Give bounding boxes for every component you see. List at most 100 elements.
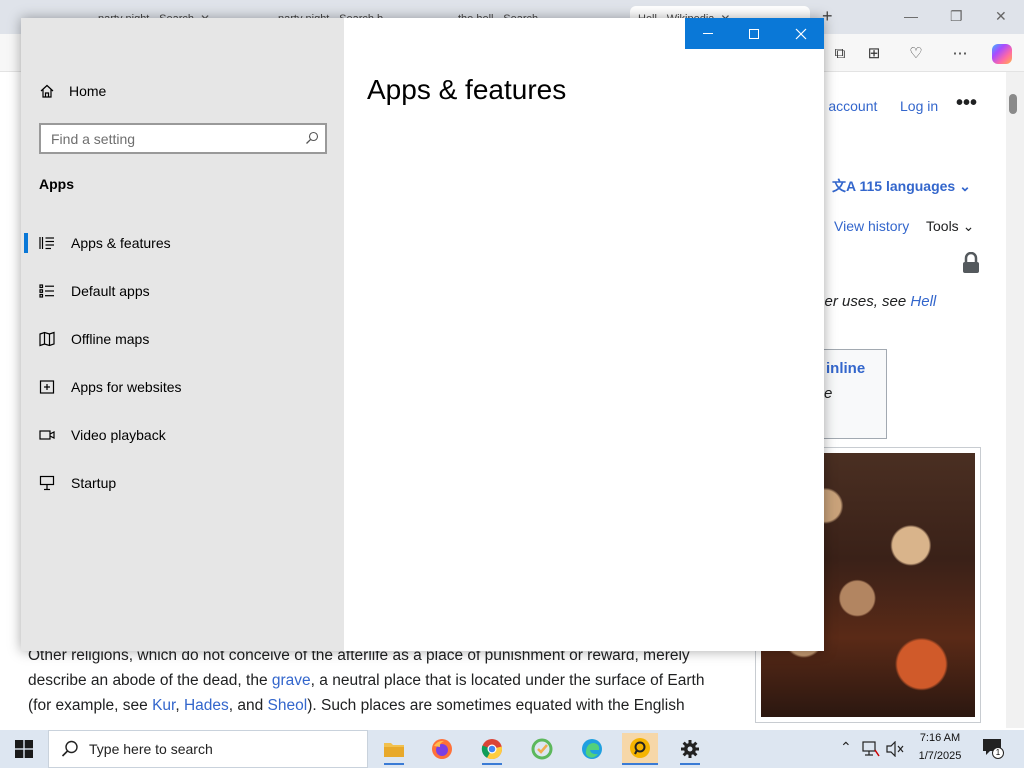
settings-icon — [681, 740, 699, 758]
nav-item-label: Video playback — [71, 427, 166, 443]
hatnote-label: ther uses, see — [812, 293, 907, 310]
nav-item-offline-maps[interactable]: Offline maps — [21, 319, 344, 359]
nav-item-label: Apps for websites — [71, 379, 182, 395]
close-button[interactable] — [778, 18, 824, 49]
home-label: Home — [69, 83, 107, 99]
languages-button[interactable]: 文A 115 languages ⌄ — [832, 176, 971, 196]
sheol-link[interactable]: Sheol — [268, 697, 308, 714]
taskbar-search[interactable]: Type here to search — [48, 730, 368, 768]
network-icon[interactable] — [862, 741, 880, 757]
more-icon[interactable]: ••• — [956, 92, 977, 115]
paragraph-text: , — [175, 697, 184, 714]
nav-item-video-playback[interactable]: Video playback — [21, 415, 344, 455]
scrollbar[interactable] — [1006, 72, 1024, 728]
notification-count-badge: 1 — [992, 747, 1004, 759]
clock-time[interactable]: 7:16 AM — [918, 732, 962, 744]
close-icon[interactable]: ✕ — [995, 8, 1007, 25]
minimize-icon — [703, 33, 713, 34]
taskbar-settings[interactable] — [672, 733, 708, 765]
settings-search[interactable] — [39, 123, 327, 154]
nav-item-label: Apps & features — [71, 235, 171, 251]
maximize-button[interactable] — [731, 18, 777, 49]
restore-icon[interactable]: ❐ — [950, 8, 963, 25]
paragraph-text: describe an abode of the dead, the — [28, 672, 272, 689]
lock-icon — [963, 252, 979, 273]
taskbar-edge[interactable] — [574, 733, 610, 765]
home-nav-item[interactable]: Home — [39, 80, 106, 102]
translate-icon: 文A — [832, 178, 856, 194]
login-link[interactable]: Log in — [900, 98, 938, 114]
minimize-button[interactable] — [685, 18, 731, 49]
search-icon[interactable] — [305, 131, 319, 145]
chrome-icon — [481, 739, 503, 760]
nav-item-label: Offline maps — [71, 331, 150, 347]
taskbar: Type here to search ⌃ 7:16 AM 1/7/2025 1 — [0, 730, 1024, 768]
extensions-icon[interactable]: ⧉ — [830, 44, 850, 64]
nav-item-label: Default apps — [71, 283, 150, 299]
file-explorer-icon — [384, 743, 404, 757]
article-paragraph-line: describe an abode of the dead, the grave… — [28, 672, 704, 690]
startup-icon — [39, 475, 55, 491]
start-button[interactable] — [0, 730, 48, 768]
nav-item-apps-features[interactable]: Apps & features — [21, 223, 344, 263]
taskbar-search-placeholder: Type here to search — [89, 741, 213, 757]
settings-content: Apps & features — [344, 18, 824, 651]
nav-item-apps-for-websites[interactable]: Apps for websites — [21, 367, 344, 407]
clock-date[interactable]: 1/7/2025 — [914, 750, 966, 762]
window-controls — [685, 18, 824, 49]
paragraph-text: , and — [228, 697, 268, 714]
search-icon — [61, 740, 78, 757]
windows-logo-icon — [15, 740, 33, 758]
languages-label: 115 languages — [859, 178, 956, 194]
nav-item-label: Startup — [71, 475, 117, 491]
notice-text: e — [824, 385, 833, 402]
kur-link[interactable]: Kur — [152, 697, 175, 714]
grave-link[interactable]: grave — [272, 672, 311, 689]
taskbar-firefox[interactable] — [424, 733, 460, 765]
chevron-down-icon: ⌄ — [962, 218, 975, 234]
taskbar-app-active[interactable] — [622, 733, 658, 765]
video-playback-icon — [39, 427, 55, 443]
chevron-down-icon: ⌄ — [959, 178, 971, 194]
default-apps-icon — [39, 283, 55, 299]
paragraph-text: (for example, see — [28, 697, 153, 714]
app-icon — [531, 738, 553, 760]
nav-item-startup[interactable]: Startup — [21, 463, 344, 503]
settings-sidebar: Home Apps Apps & features Default apps — [21, 18, 344, 651]
apps-features-icon — [39, 235, 55, 251]
maximize-icon — [749, 28, 759, 39]
minimize-icon[interactable]: — — [904, 8, 918, 24]
paragraph-text: , a neutral place that is located under … — [310, 672, 705, 689]
offline-maps-icon — [39, 331, 55, 347]
view-history-link[interactable]: View history — [834, 218, 909, 234]
hatnote-text: ther uses, see Hell — [812, 293, 936, 310]
search-input[interactable] — [41, 125, 301, 152]
settings-window: Home Apps Apps & features Default apps — [21, 18, 824, 651]
chevron-up-icon[interactable]: ⌃ — [840, 739, 852, 756]
hades-link[interactable]: Hades — [184, 697, 229, 714]
notifications-button[interactable]: 1 — [982, 738, 1004, 760]
tools-label: Tools — [926, 218, 959, 234]
notice-link[interactable]: inline — [826, 360, 865, 377]
section-heading: Apps — [39, 176, 74, 192]
taskbar-file-explorer[interactable] — [376, 733, 412, 765]
firefox-icon — [432, 739, 452, 759]
health-icon[interactable]: ♡ — [906, 44, 926, 64]
tools-menu[interactable]: Tools ⌄ — [926, 218, 974, 235]
taskbar-app[interactable] — [524, 733, 560, 765]
apps-websites-icon — [39, 379, 55, 395]
nav-item-default-apps[interactable]: Default apps — [21, 271, 344, 311]
paragraph-text: ). Such places are sometimes equated wit… — [307, 697, 685, 714]
scrollbar-thumb[interactable] — [1009, 94, 1017, 114]
more-icon[interactable]: ⋯ — [950, 44, 970, 64]
copilot-icon[interactable] — [992, 44, 1012, 64]
home-icon — [40, 84, 54, 98]
app-active-icon — [630, 738, 650, 758]
volume-muted-icon[interactable] — [886, 741, 904, 757]
article-paragraph-line: (for example, see Kur, Hades, and Sheol)… — [28, 697, 685, 715]
hatnote-link[interactable]: Hell — [910, 293, 936, 310]
collections-icon[interactable]: ⊞ — [864, 44, 884, 64]
close-icon — [795, 28, 807, 39]
page-title: Apps & features — [367, 74, 567, 105]
taskbar-chrome[interactable] — [474, 733, 510, 765]
